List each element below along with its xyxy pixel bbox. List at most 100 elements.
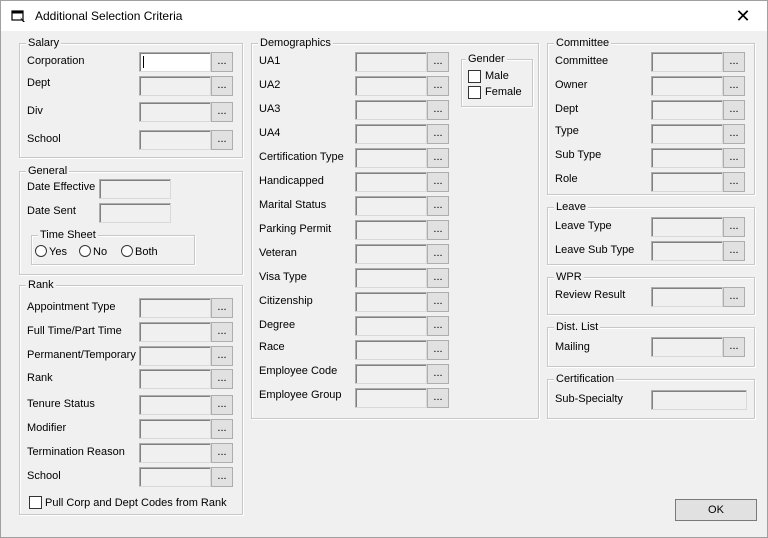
- employee-code-browse-button[interactable]: ...: [427, 364, 449, 384]
- tenure-status-browse-button[interactable]: ...: [211, 395, 233, 415]
- race-browse-button[interactable]: ...: [427, 340, 449, 360]
- text-caret: [143, 56, 144, 68]
- committee-browse-button[interactable]: ...: [723, 52, 745, 72]
- review-result-browse-button[interactable]: ...: [723, 287, 745, 307]
- termination-reason-browse-button[interactable]: ...: [211, 443, 233, 463]
- salary-dept-input[interactable]: [139, 76, 211, 96]
- ua4-browse-button[interactable]: ...: [427, 124, 449, 144]
- gender-male-checkbox[interactable]: [468, 70, 481, 83]
- ua1-input[interactable]: [355, 52, 427, 72]
- timesheet-both-radio[interactable]: [121, 245, 133, 257]
- leave-type-input[interactable]: [651, 217, 723, 237]
- degree-input[interactable]: [355, 316, 427, 336]
- handicapped-input[interactable]: [355, 172, 427, 192]
- ua2-browse-button[interactable]: ...: [427, 76, 449, 96]
- committee-sub-type-browse-button[interactable]: ...: [723, 148, 745, 168]
- committee-sub-type-input[interactable]: [651, 148, 723, 168]
- race-input[interactable]: [355, 340, 427, 360]
- ua2-label: UA2: [259, 79, 281, 91]
- window-title: Additional Selection Criteria: [35, 9, 183, 23]
- timesheet-yes-label: Yes: [49, 246, 67, 258]
- sub-specialty-input[interactable]: [651, 390, 747, 410]
- employee-group-input[interactable]: [355, 388, 427, 408]
- ua4-input[interactable]: [355, 124, 427, 144]
- ua3-input[interactable]: [355, 100, 427, 120]
- degree-browse-button[interactable]: ...: [427, 316, 449, 336]
- certification-type-browse-button[interactable]: ...: [427, 148, 449, 168]
- salary-div-browse-button[interactable]: ...: [211, 102, 233, 122]
- appointment-type-input[interactable]: [139, 298, 211, 318]
- ua1-browse-button[interactable]: ...: [427, 52, 449, 72]
- leave-sub-type-input[interactable]: [651, 241, 723, 261]
- visa-type-input[interactable]: [355, 268, 427, 288]
- salary-school-input[interactable]: [139, 130, 211, 150]
- permanent-temporary-input[interactable]: [139, 346, 211, 366]
- timesheet-yes-radio[interactable]: [35, 245, 47, 257]
- veteran-browse-button[interactable]: ...: [427, 244, 449, 264]
- committee-dept-browse-button[interactable]: ...: [723, 100, 745, 120]
- salary-div-input[interactable]: [139, 102, 211, 122]
- parking-permit-input[interactable]: [355, 220, 427, 240]
- salary-school-browse-button[interactable]: ...: [211, 130, 233, 150]
- committee-label: Committee: [555, 55, 609, 67]
- employee-group-browse-button[interactable]: ...: [427, 388, 449, 408]
- leave-sub-type-browse-button[interactable]: ...: [723, 241, 745, 261]
- wpr-group-label: WPR: [554, 271, 584, 284]
- handicapped-browse-button[interactable]: ...: [427, 172, 449, 192]
- modifier-input[interactable]: [139, 419, 211, 439]
- rank-browse-button[interactable]: ...: [211, 369, 233, 389]
- gender-group: Gender: [461, 53, 533, 107]
- visa-type-browse-button[interactable]: ...: [427, 268, 449, 288]
- salary-dept-label: Dept: [27, 77, 51, 89]
- full-part-time-browse-button[interactable]: ...: [211, 322, 233, 342]
- mailing-browse-button[interactable]: ...: [723, 337, 745, 357]
- timesheet-no-radio[interactable]: [79, 245, 91, 257]
- ua2-input[interactable]: [355, 76, 427, 96]
- title-bar: Additional Selection Criteria ✕: [1, 1, 767, 31]
- salary-dept-browse-button[interactable]: ...: [211, 76, 233, 96]
- tenure-status-input[interactable]: [139, 395, 211, 415]
- committee-type-browse-button[interactable]: ...: [723, 124, 745, 144]
- marital-status-input[interactable]: [355, 196, 427, 216]
- date-sent-label: Date Sent: [27, 205, 76, 217]
- owner-browse-button[interactable]: ...: [723, 76, 745, 96]
- modifier-browse-button[interactable]: ...: [211, 419, 233, 439]
- appointment-type-browse-button[interactable]: ...: [211, 298, 233, 318]
- timesheet-group-label: Time Sheet: [38, 229, 98, 242]
- committee-type-input[interactable]: [651, 124, 723, 144]
- role-input[interactable]: [651, 172, 723, 192]
- citizenship-browse-button[interactable]: ...: [427, 292, 449, 312]
- committee-dept-input[interactable]: [651, 100, 723, 120]
- certification-type-input[interactable]: [355, 148, 427, 168]
- employee-code-input[interactable]: [355, 364, 427, 384]
- rank-school-input[interactable]: [139, 467, 211, 487]
- termination-reason-input[interactable]: [139, 443, 211, 463]
- committee-input[interactable]: [651, 52, 723, 72]
- gender-female-checkbox[interactable]: [468, 86, 481, 99]
- dist-list-group-label: Dist. List: [554, 321, 601, 334]
- veteran-input[interactable]: [355, 244, 427, 264]
- permanent-temporary-browse-button[interactable]: ...: [211, 346, 233, 366]
- pull-codes-checkbox[interactable]: [29, 496, 42, 509]
- close-icon[interactable]: ✕: [729, 5, 757, 27]
- leave-type-browse-button[interactable]: ...: [723, 217, 745, 237]
- date-effective-input[interactable]: [99, 179, 171, 199]
- marital-status-browse-button[interactable]: ...: [427, 196, 449, 216]
- termination-reason-label: Termination Reason: [27, 446, 125, 458]
- citizenship-input[interactable]: [355, 292, 427, 312]
- review-result-input[interactable]: [651, 287, 723, 307]
- salary-corporation-browse-button[interactable]: ...: [211, 52, 233, 72]
- ua3-browse-button[interactable]: ...: [427, 100, 449, 120]
- appointment-type-label: Appointment Type: [27, 301, 116, 313]
- date-sent-input[interactable]: [99, 203, 171, 223]
- salary-corporation-input[interactable]: [139, 52, 211, 72]
- parking-permit-browse-button[interactable]: ...: [427, 220, 449, 240]
- rank-input[interactable]: [139, 369, 211, 389]
- rank-school-browse-button[interactable]: ...: [211, 467, 233, 487]
- full-part-time-input[interactable]: [139, 322, 211, 342]
- owner-input[interactable]: [651, 76, 723, 96]
- role-label: Role: [555, 173, 578, 185]
- ok-button[interactable]: OK: [675, 499, 757, 521]
- role-browse-button[interactable]: ...: [723, 172, 745, 192]
- mailing-input[interactable]: [651, 337, 723, 357]
